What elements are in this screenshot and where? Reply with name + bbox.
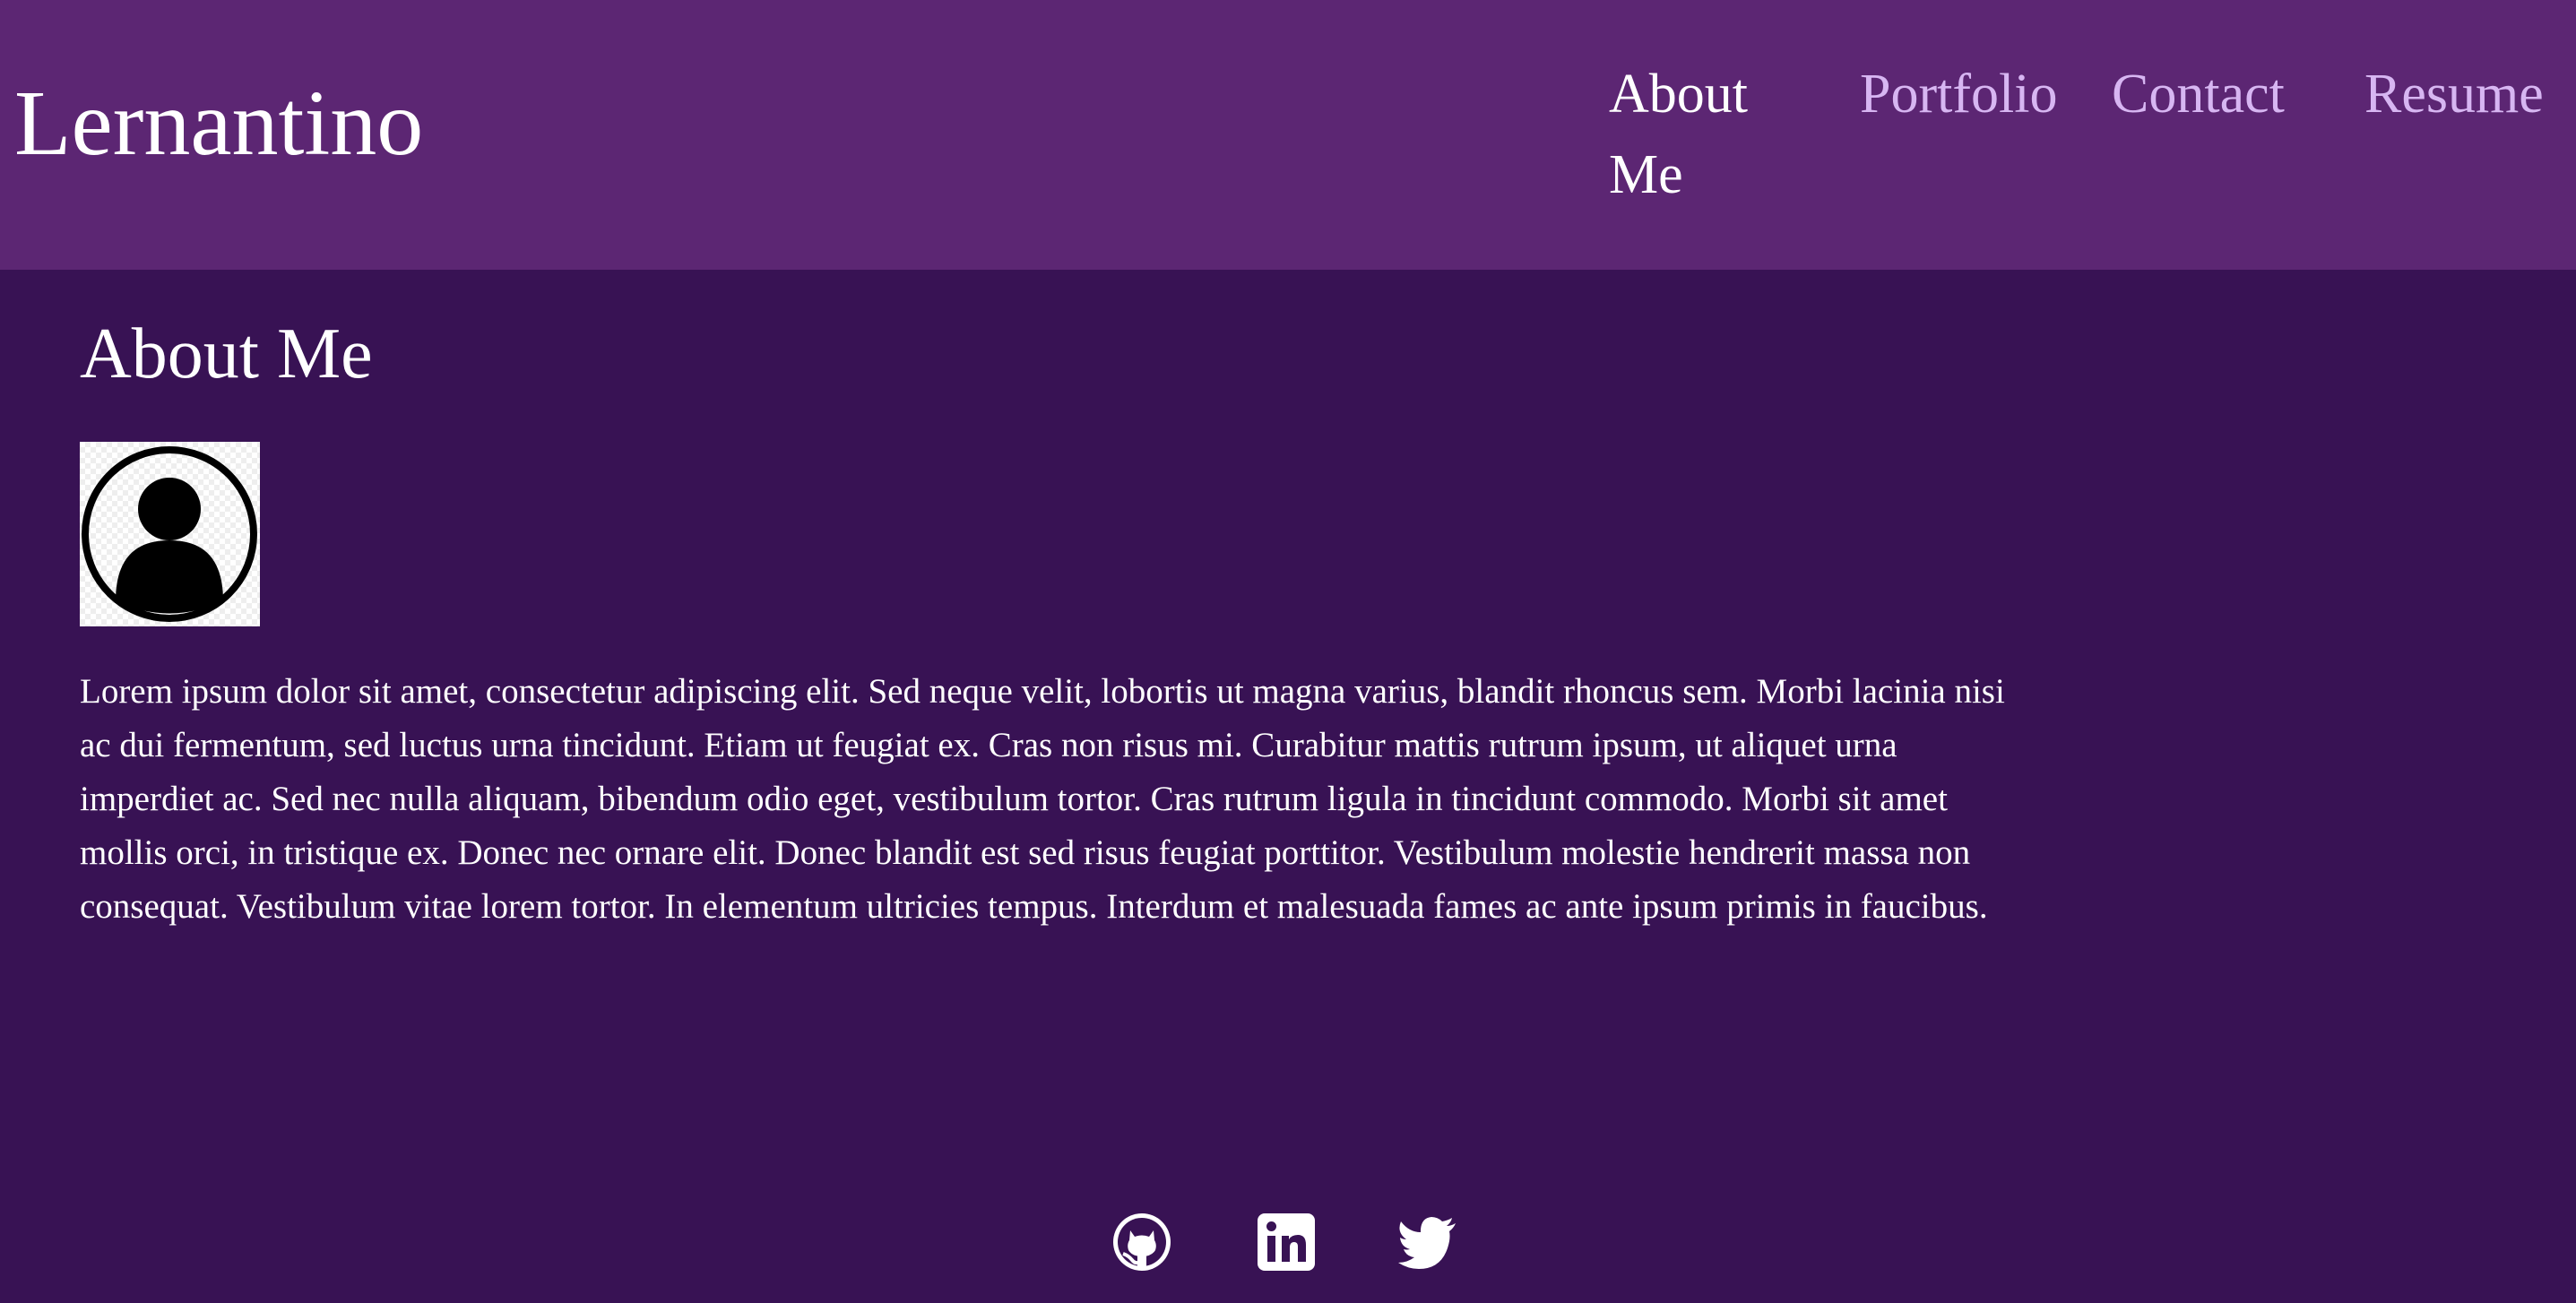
user-avatar-icon [80,442,260,626]
about-bio-paragraph: Lorem ipsum dolor sit amet, consectetur … [80,672,2005,926]
nav-link-resume[interactable]: Resume [2364,54,2544,134]
nav-link-portfolio[interactable]: Portfolio [1860,54,2057,134]
nav-link-contact[interactable]: Contact [2112,54,2285,134]
page-title: About Me [80,315,373,393]
github-icon[interactable] [1111,1211,1173,1273]
site-header: Lernantino About Me Portfolio Contact Re… [0,0,2576,270]
linkedin-icon[interactable] [1255,1211,1318,1273]
twitter-icon[interactable] [1396,1211,1459,1273]
nav-link-about-me[interactable]: About Me [1609,54,1779,215]
brand-logo-text[interactable]: Lernantino [14,70,423,177]
